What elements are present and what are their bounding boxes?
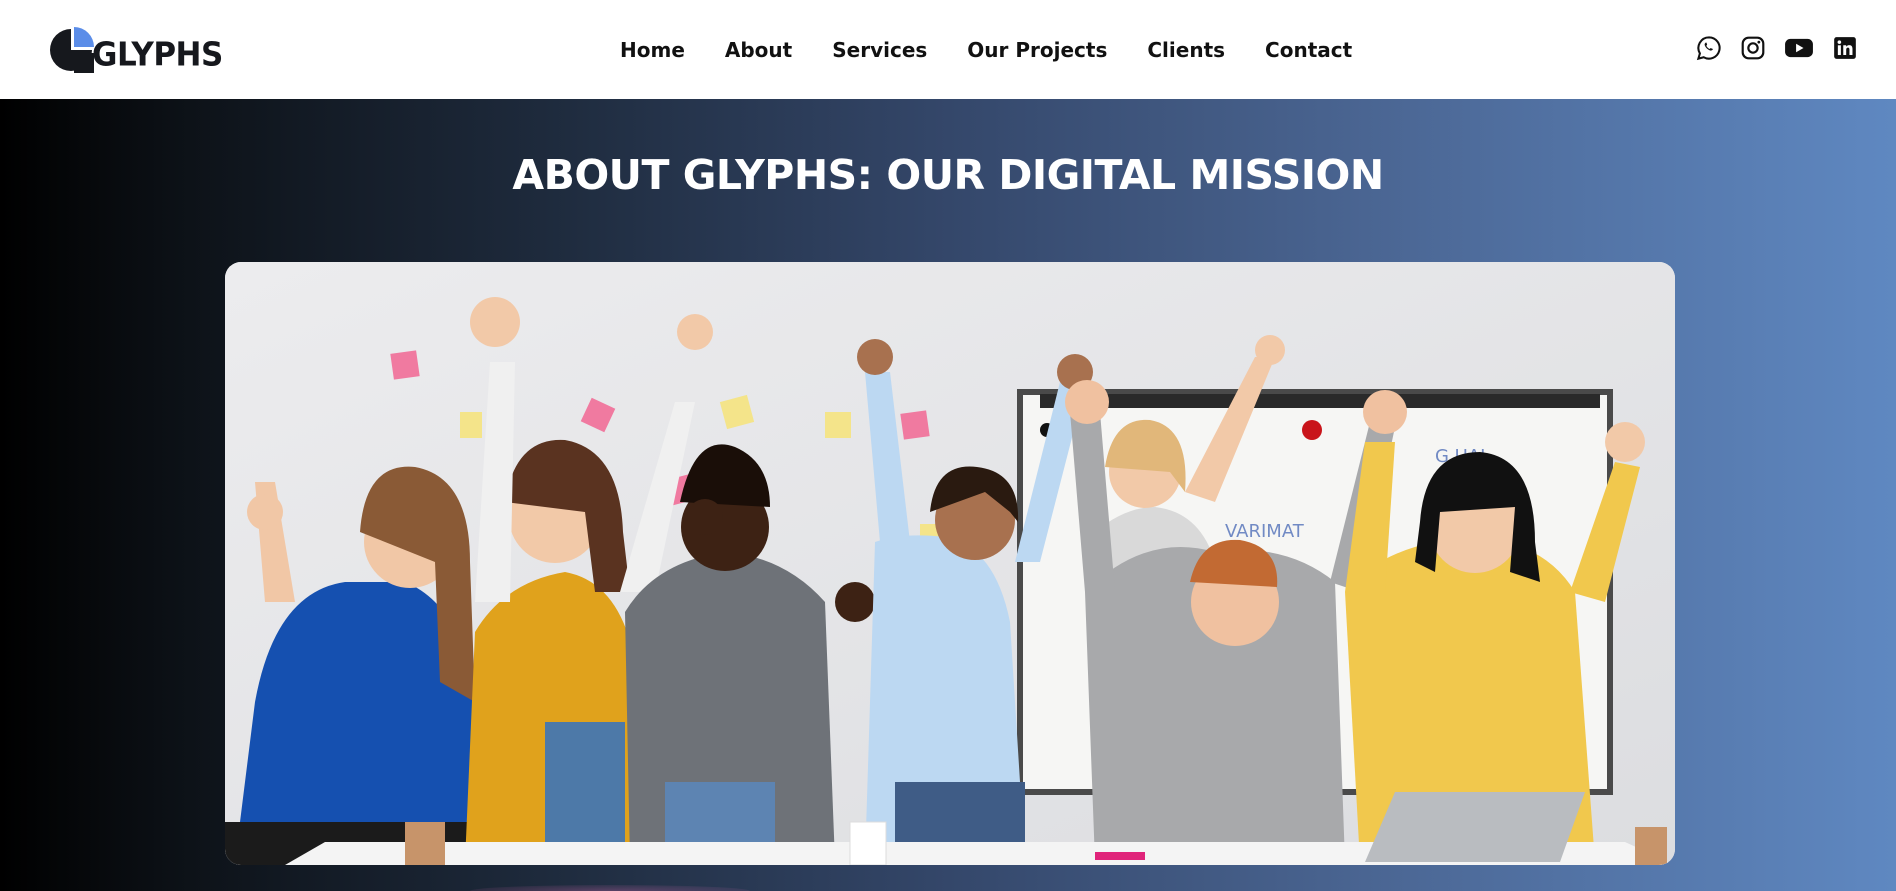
linkedin-icon[interactable] — [1832, 35, 1858, 61]
social-links — [1678, 33, 1858, 63]
decorative-glow — [470, 885, 750, 891]
glyphs-logo-icon — [50, 27, 94, 73]
youtube-icon[interactable] — [1784, 35, 1814, 61]
main-nav: Home About Services Our Projects Clients… — [620, 36, 1352, 64]
instagram-icon[interactable] — [1740, 35, 1766, 61]
team-celebrating-photo: G UAL VARIMAT MEBO — [225, 262, 1675, 865]
nav-home[interactable]: Home — [620, 38, 685, 62]
whatsapp-icon[interactable] — [1696, 35, 1722, 61]
logo[interactable]: GLYPHS — [48, 27, 223, 74]
about-hero: ABOUT GLYPHS: OUR DIGITAL MISSION G UAL … — [0, 99, 1896, 891]
nav-our-projects[interactable]: Our Projects — [967, 38, 1107, 62]
page-title: ABOUT GLYPHS: OUR DIGITAL MISSION — [512, 151, 1384, 199]
svg-text:VARIMAT: VARIMAT — [1225, 521, 1305, 542]
nav-about[interactable]: About — [725, 38, 792, 62]
nav-contact[interactable]: Contact — [1265, 38, 1352, 62]
nav-services[interactable]: Services — [832, 38, 927, 62]
site-header: GLYPHS Home About Services Our Projects … — [0, 0, 1896, 99]
nav-clients[interactable]: Clients — [1147, 38, 1225, 62]
logo-text: GLYPHS — [92, 36, 223, 74]
